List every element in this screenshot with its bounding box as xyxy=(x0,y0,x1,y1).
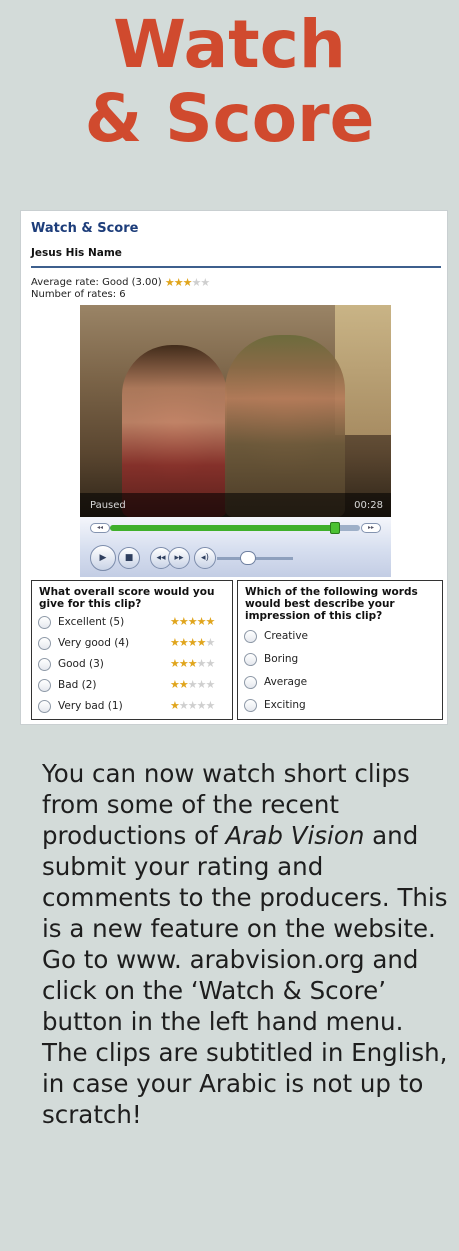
star-icon: ★ xyxy=(196,636,207,649)
score-option-stars: ★★★★★ xyxy=(170,636,216,649)
star-icon: ★ xyxy=(205,657,216,670)
star-icon: ★ xyxy=(205,699,216,712)
headline-line-1: Watch xyxy=(113,6,346,83)
star-icon: ★ xyxy=(170,699,180,712)
star-icon: ★ xyxy=(187,615,198,628)
actress-figure xyxy=(122,345,227,517)
star-icon: ★ xyxy=(170,636,180,649)
star-icon: ★ xyxy=(196,699,207,712)
star-icon: ★ xyxy=(178,657,189,670)
headline: Watch & Score xyxy=(0,8,459,156)
radio-button[interactable] xyxy=(244,699,257,712)
stop-icon[interactable]: ■ xyxy=(118,547,140,569)
star-icon: ★ xyxy=(205,615,216,628)
radio-button[interactable] xyxy=(38,616,51,629)
star-icon: ★ xyxy=(187,699,198,712)
star-icon: ★ xyxy=(170,678,180,691)
score-option-label: Excellent (5) xyxy=(58,616,125,628)
word-option-label: Creative xyxy=(264,630,309,642)
average-rate-text: Average rate: Good (3.00) xyxy=(31,277,162,288)
star-icon: ★ xyxy=(196,678,207,691)
word-option-label: Exciting xyxy=(264,699,306,711)
score-option-stars: ★★★★★ xyxy=(170,699,216,712)
star-icon: ★ xyxy=(196,615,207,628)
seek-progress xyxy=(110,525,335,531)
score-option-label: Bad (2) xyxy=(58,679,97,691)
score-option-label: Very bad (1) xyxy=(58,700,123,712)
star-icon: ★ xyxy=(173,276,184,289)
seek-bar[interactable]: ◂◂ ▸▸ xyxy=(90,522,381,534)
score-panel: What overall score would you give for th… xyxy=(31,580,233,720)
article-text: You can now watch short clips from some … xyxy=(42,758,454,1130)
title-divider xyxy=(31,266,441,268)
star-icon: ★ xyxy=(205,678,216,691)
star-icon: ★ xyxy=(200,276,210,289)
star-icon: ★ xyxy=(178,636,189,649)
seek-handle[interactable] xyxy=(330,522,340,534)
clip-title: Jesus His Name xyxy=(31,247,122,259)
star-icon: ★ xyxy=(187,657,198,670)
video-frame[interactable]: Paused 00:28 xyxy=(80,305,391,517)
star-icon: ★ xyxy=(170,615,180,628)
word-option-label: Average xyxy=(264,676,308,688)
words-question: Which of the following words would best … xyxy=(245,586,418,622)
score-option-label: Good (3) xyxy=(58,658,104,670)
words-panel: Which of the following words would best … xyxy=(237,580,443,720)
video-player: Paused 00:28 ◂◂ ▸▸ ▶ ■ ◂◂ ▸▸ ◂) xyxy=(80,305,391,577)
watch-and-score-screenshot: Watch & Score Jesus His Name Average rat… xyxy=(20,210,448,725)
article-text-part-2: and submit your rating and comments to t… xyxy=(42,821,448,1129)
radio-button[interactable] xyxy=(38,700,51,713)
player-status-bar: Paused 00:28 xyxy=(80,493,391,517)
score-option-stars: ★★★★★ xyxy=(170,678,216,691)
play-icon[interactable]: ▶ xyxy=(90,545,116,571)
star-icon: ★ xyxy=(164,276,175,289)
score-option-stars: ★★★★★ xyxy=(170,615,216,628)
volume-handle[interactable] xyxy=(240,551,256,565)
radio-button[interactable] xyxy=(38,658,51,671)
star-icon: ★ xyxy=(187,678,198,691)
star-icon: ★ xyxy=(196,657,207,670)
average-rate-line: Average rate: Good (3.00) ★★★★★ xyxy=(31,276,210,289)
star-icon: ★ xyxy=(187,636,198,649)
player-controls: ◂◂ ▸▸ ▶ ■ ◂◂ ▸▸ ◂) xyxy=(80,517,391,577)
player-time: 00:28 xyxy=(354,500,383,511)
radio-button[interactable] xyxy=(244,676,257,689)
fast-forward-icon[interactable]: ▸▸ xyxy=(361,523,381,533)
actor-figure xyxy=(225,335,345,517)
article-italic-name: Arab Vision xyxy=(225,821,365,850)
star-icon: ★ xyxy=(178,699,189,712)
next-icon[interactable]: ▸▸ xyxy=(168,547,190,569)
player-status: Paused xyxy=(90,500,126,511)
page-title: Watch & Score xyxy=(31,221,139,236)
radio-button[interactable] xyxy=(244,630,257,643)
score-option-stars: ★★★★★ xyxy=(170,657,216,670)
star-icon: ★ xyxy=(205,636,216,649)
word-option-label: Boring xyxy=(264,653,299,665)
radio-button[interactable] xyxy=(38,679,51,692)
radio-button[interactable] xyxy=(38,637,51,650)
radio-button[interactable] xyxy=(244,653,257,666)
star-icon: ★ xyxy=(178,678,189,691)
headline-line-2: & Score xyxy=(84,80,375,157)
rewind-icon[interactable]: ◂◂ xyxy=(90,523,110,533)
volume-icon[interactable]: ◂) xyxy=(194,547,216,569)
number-of-rates: Number of rates: 6 xyxy=(31,289,126,300)
star-icon: ★ xyxy=(182,276,193,289)
score-option-label: Very good (4) xyxy=(58,637,130,649)
star-icon: ★ xyxy=(170,657,180,670)
star-icon: ★ xyxy=(178,615,189,628)
average-rating-stars: ★★★★★ xyxy=(164,276,210,289)
score-question: What overall score would you give for th… xyxy=(39,586,215,610)
